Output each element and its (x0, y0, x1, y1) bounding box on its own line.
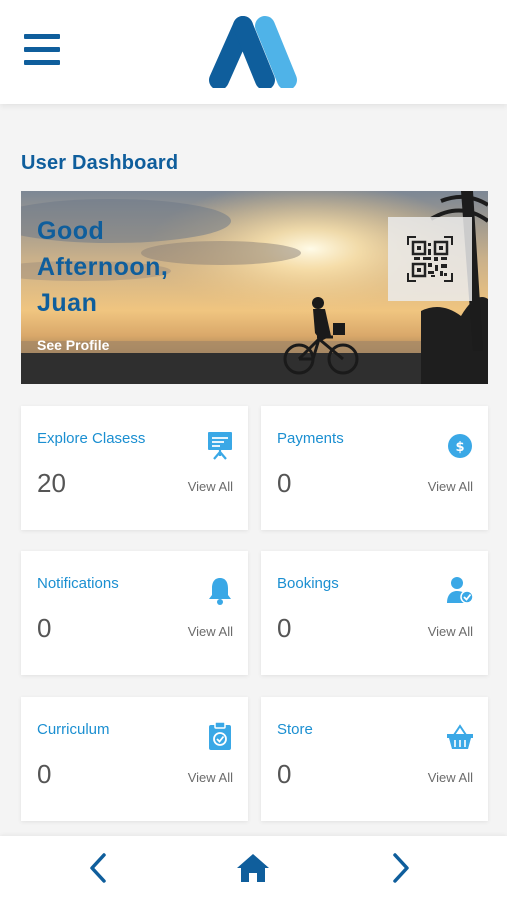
card-title: Bookings (277, 575, 339, 592)
view-all-link[interactable]: View All (428, 624, 473, 639)
card-count: 0 (277, 759, 292, 789)
greeting-banner: Good Afternoon, Juan See Profile (21, 191, 488, 384)
greeting-text: Good Afternoon, Juan (37, 213, 237, 321)
page-title: User Dashboard (21, 152, 179, 174)
top-app-bar (0, 0, 507, 104)
card-count: 0 (277, 468, 292, 498)
card-title: Notifications (37, 575, 119, 592)
card-title: Curriculum (37, 721, 110, 738)
chevron-right-icon (393, 853, 409, 883)
card-title: Explore Clasess (37, 430, 146, 447)
store-card[interactable]: Store 0 View All (261, 697, 488, 821)
bell-icon (209, 578, 231, 605)
view-all-link[interactable]: View All (188, 624, 233, 639)
shopping-basket-icon (447, 724, 473, 749)
qr-code-button[interactable] (388, 217, 472, 301)
card-count: 0 (37, 759, 52, 789)
home-button[interactable] (235, 850, 271, 886)
view-all-link[interactable]: View All (188, 479, 233, 494)
card-count: 0 (37, 613, 52, 643)
back-button[interactable] (80, 850, 116, 886)
forward-button[interactable] (383, 850, 419, 886)
hamburger-menu-icon[interactable] (24, 34, 60, 66)
greeting-line: Afternoon, (37, 253, 169, 281)
bookings-card[interactable]: Bookings 0 View All (261, 551, 488, 675)
qr-code-icon (407, 236, 453, 282)
menu-line (24, 34, 60, 39)
brand-logo (209, 16, 297, 88)
menu-line (24, 47, 60, 52)
greeting-line: Good (37, 217, 105, 245)
menu-line (24, 60, 60, 65)
bottom-navigation-bar (0, 836, 507, 900)
explore-classes-card[interactable]: Explore Clasess 20 View All (21, 406, 248, 530)
dollar-coin-icon: $ (448, 434, 472, 458)
card-count: 20 (37, 468, 66, 498)
user-check-icon (447, 577, 474, 604)
view-all-link[interactable]: View All (188, 770, 233, 785)
presentation-board-icon (208, 432, 232, 460)
clipboard-check-icon (209, 721, 231, 750)
see-profile-link[interactable]: See Profile (37, 337, 109, 353)
svg-text:$: $ (455, 440, 464, 455)
card-title: Store (277, 721, 313, 738)
chevron-left-icon (90, 853, 106, 883)
home-icon (237, 854, 269, 882)
view-all-link[interactable]: View All (428, 770, 473, 785)
card-count: 0 (277, 613, 292, 643)
view-all-link[interactable]: View All (428, 479, 473, 494)
notifications-card[interactable]: Notifications 0 View All (21, 551, 248, 675)
card-title: Payments (277, 430, 344, 447)
curriculum-card[interactable]: Curriculum 0 View All (21, 697, 248, 821)
user-name: Juan (37, 289, 98, 317)
payments-card[interactable]: Payments $ 0 View All (261, 406, 488, 530)
